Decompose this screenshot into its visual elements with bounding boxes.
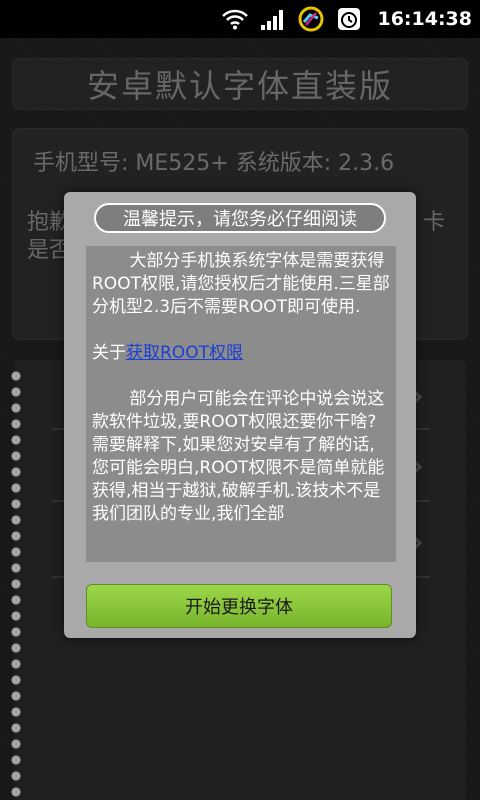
notice-dialog: 温馨提示，请您务必仔细阅读 大部分手机换系统字体是需要获得ROOT权限,请您授权… <box>64 192 416 638</box>
alarm-icon <box>335 5 363 33</box>
start-change-font-button[interactable]: 开始更换字体 <box>86 584 392 628</box>
root-permission-link[interactable]: 获取ROOT权限 <box>126 343 243 363</box>
status-bar: 16:14:38 <box>0 0 480 38</box>
dialog-title: 温馨提示，请您务必仔细阅读 <box>94 203 386 233</box>
dialog-scroll-content[interactable]: 大部分手机换系统字体是需要获得ROOT权限,请您授权后才能使用.三星部分机型2.… <box>86 246 396 562</box>
about-root-line: 关于获取ROOT权限 <box>92 342 390 365</box>
status-clock: 16:14:38 <box>377 8 472 30</box>
dialog-paragraph: 大部分手机换系统字体是需要获得ROOT权限,请您授权后才能使用.三星部分机型2.… <box>92 251 390 317</box>
signal-icon <box>259 5 287 33</box>
app-notification-icon <box>297 5 325 33</box>
dialog-paragraph: 部分用户可能会在评论中说会说这款软件垃圾,要ROOT权限还要你干啥?需要解释下,… <box>92 389 385 524</box>
about-prefix: 关于 <box>92 343 126 363</box>
wifi-icon <box>221 5 249 33</box>
